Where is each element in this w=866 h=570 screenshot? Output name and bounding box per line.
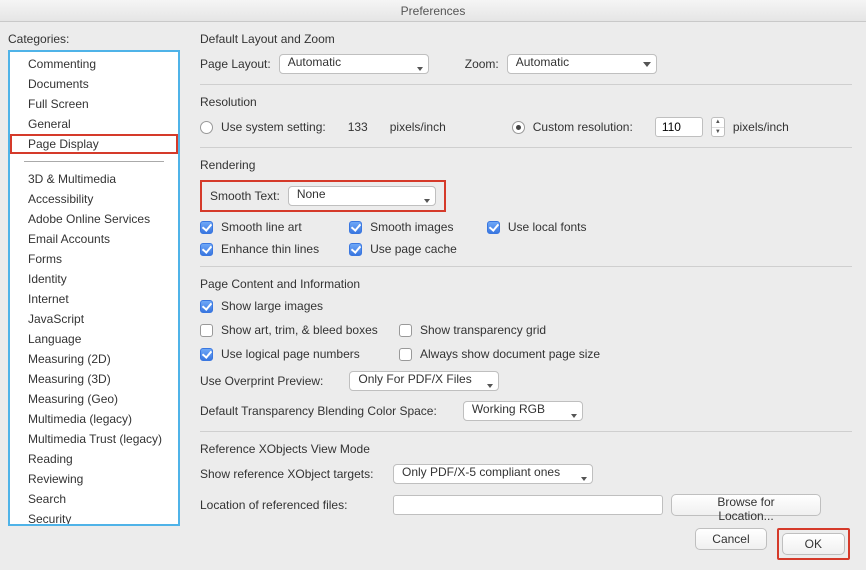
show-transparency-checkbox[interactable] — [399, 324, 412, 337]
page-layout-label: Page Layout: — [200, 57, 271, 71]
use-system-radio[interactable] — [200, 121, 213, 134]
referenced-files-label: Location of referenced files: — [200, 498, 385, 512]
sidebar-item-forms[interactable]: Forms — [10, 249, 178, 269]
window-title: Preferences — [401, 4, 466, 18]
sidebar-item-adobe-online-services[interactable]: Adobe Online Services — [10, 209, 178, 229]
categories-list[interactable]: CommentingDocumentsFull ScreenGeneralPag… — [8, 50, 180, 526]
use-page-cache-label: Use page cache — [370, 242, 457, 256]
sidebar-item-multimedia-legacy-[interactable]: Multimedia (legacy) — [10, 409, 178, 429]
use-logical-checkbox[interactable] — [200, 348, 213, 361]
smooth-text-highlight: Smooth Text: None — [200, 180, 446, 212]
custom-resolution-input[interactable] — [655, 117, 703, 137]
sidebar-item-page-display[interactable]: Page Display — [10, 134, 178, 154]
page-layout-select[interactable]: Automatic — [279, 54, 429, 74]
sidebar-item-multimedia-trust-legacy-[interactable]: Multimedia Trust (legacy) — [10, 429, 178, 449]
overprint-label: Use Overprint Preview: — [200, 374, 323, 388]
use-system-label: Use system setting: — [221, 120, 326, 134]
resolution-stepper[interactable]: ▲▼ — [711, 117, 725, 137]
zoom-label: Zoom: — [465, 57, 499, 71]
sidebar-item-search[interactable]: Search — [10, 489, 178, 509]
sidebar-item-accessibility[interactable]: Accessibility — [10, 189, 178, 209]
sidebar-item-language[interactable]: Language — [10, 329, 178, 349]
title-bar: Preferences — [0, 0, 866, 22]
always-show-size-label: Always show document page size — [420, 347, 600, 361]
categories-label: Categories: — [8, 32, 180, 46]
preferences-window: Preferences Categories: CommentingDocume… — [0, 0, 866, 570]
enhance-thin-lines-checkbox[interactable] — [200, 243, 213, 256]
xobject-targets-label: Show reference XObject targets: — [200, 467, 385, 481]
sidebar-item-reviewing[interactable]: Reviewing — [10, 469, 178, 489]
main-panel: Default Layout and Zoom Page Layout: Aut… — [186, 22, 866, 532]
xobject-targets-select[interactable]: Only PDF/X-5 compliant ones — [393, 464, 593, 484]
sidebar-item-internet[interactable]: Internet — [10, 289, 178, 309]
always-show-size-checkbox[interactable] — [399, 348, 412, 361]
show-transparency-label: Show transparency grid — [420, 323, 546, 337]
smooth-line-art-label: Smooth line art — [221, 220, 302, 234]
custom-resolution-label: Custom resolution: — [533, 120, 633, 134]
smooth-line-art-checkbox[interactable] — [200, 221, 213, 234]
section-page-content: Page Content and Information — [200, 277, 852, 291]
section-default-layout: Default Layout and Zoom — [200, 32, 852, 46]
footer-buttons: Cancel OK — [695, 528, 850, 560]
sidebar-item-full-screen[interactable]: Full Screen — [10, 94, 178, 114]
show-large-images-label: Show large images — [221, 299, 323, 313]
section-rendering: Rendering — [200, 158, 852, 172]
sidebar-item-email-accounts[interactable]: Email Accounts — [10, 229, 178, 249]
sidebar-item-measuring-3d-[interactable]: Measuring (3D) — [10, 369, 178, 389]
colorspace-select[interactable]: Working RGB — [463, 401, 583, 421]
overprint-select[interactable]: Only For PDF/X Files — [349, 371, 499, 391]
section-resolution: Resolution — [200, 95, 852, 109]
system-resolution-value: 133 — [348, 120, 368, 134]
smooth-text-select[interactable]: None — [288, 186, 436, 206]
sidebar-item-general[interactable]: General — [10, 114, 178, 134]
sidebar-item-identity[interactable]: Identity — [10, 269, 178, 289]
sidebar-item-measuring-2d-[interactable]: Measuring (2D) — [10, 349, 178, 369]
sidebar-item-3d-multimedia[interactable]: 3D & Multimedia — [10, 169, 178, 189]
units-label-2: pixels/inch — [733, 120, 789, 134]
use-local-fonts-checkbox[interactable] — [487, 221, 500, 234]
sidebar-item-javascript[interactable]: JavaScript — [10, 309, 178, 329]
use-logical-label: Use logical page numbers — [221, 347, 391, 361]
use-page-cache-checkbox[interactable] — [349, 243, 362, 256]
zoom-select[interactable]: Automatic — [507, 54, 657, 74]
section-xobjects: Reference XObjects View Mode — [200, 442, 852, 456]
smooth-images-checkbox[interactable] — [349, 221, 362, 234]
cancel-button[interactable]: Cancel — [695, 528, 766, 550]
sidebar-item-commenting[interactable]: Commenting — [10, 54, 178, 74]
smooth-text-label: Smooth Text: — [210, 189, 280, 203]
custom-resolution-radio[interactable] — [512, 121, 525, 134]
smooth-images-label: Smooth images — [370, 220, 453, 234]
ok-highlight: OK — [777, 528, 850, 560]
use-local-fonts-label: Use local fonts — [508, 220, 587, 234]
show-art-trim-checkbox[interactable] — [200, 324, 213, 337]
sidebar: Categories: CommentingDocumentsFull Scre… — [0, 22, 186, 532]
ok-button[interactable]: OK — [782, 533, 845, 555]
show-large-images-checkbox[interactable] — [200, 300, 213, 313]
browse-location-button[interactable]: Browse for Location... — [671, 494, 821, 516]
units-label-1: pixels/inch — [390, 120, 446, 134]
referenced-files-input[interactable] — [393, 495, 663, 515]
enhance-thin-label: Enhance thin lines — [221, 242, 319, 256]
sidebar-item-reading[interactable]: Reading — [10, 449, 178, 469]
colorspace-label: Default Transparency Blending Color Spac… — [200, 404, 437, 418]
category-divider — [24, 161, 164, 162]
sidebar-item-measuring-geo-[interactable]: Measuring (Geo) — [10, 389, 178, 409]
show-art-trim-label: Show art, trim, & bleed boxes — [221, 323, 391, 337]
sidebar-item-documents[interactable]: Documents — [10, 74, 178, 94]
sidebar-item-security[interactable]: Security — [10, 509, 178, 526]
